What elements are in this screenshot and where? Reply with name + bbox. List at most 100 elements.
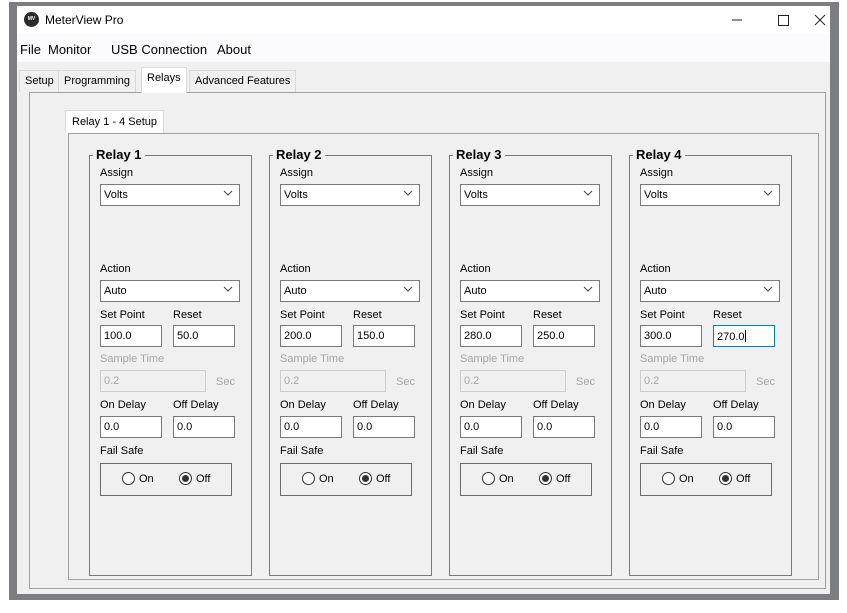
close-icon bbox=[814, 14, 826, 26]
fail-safe-off-radio[interactable]: Off bbox=[719, 472, 750, 485]
off-delay-input[interactable]: 0.0 bbox=[713, 416, 775, 438]
fail-safe-group: On Off bbox=[640, 463, 772, 496]
action-value: Auto bbox=[644, 285, 667, 297]
fail-safe-on-label: On bbox=[499, 472, 514, 485]
set-point-input[interactable]: 280.0 bbox=[460, 325, 522, 347]
assign-label: Assign bbox=[460, 167, 494, 179]
chevron-down-icon bbox=[403, 190, 413, 196]
meterview-logo-icon: MV bbox=[24, 12, 39, 27]
fail-safe-off-radio[interactable]: Off bbox=[359, 472, 390, 485]
action-label: Action bbox=[280, 263, 311, 275]
set-point-value: 100.0 bbox=[104, 330, 132, 342]
relay-2-group: Relay 2 Assign Volts Action Auto Set Poi… bbox=[269, 147, 432, 576]
set-point-label: Set Point bbox=[640, 309, 685, 321]
reset-value: 250.0 bbox=[537, 330, 565, 342]
menu-about[interactable]: About bbox=[217, 42, 251, 57]
relays-tab-page: Relay 1 - 4 Setup Relay 1 Assign Volts A… bbox=[29, 92, 826, 589]
maximize-icon bbox=[777, 14, 789, 26]
fail-safe-group: On Off bbox=[280, 463, 412, 496]
fail-safe-label: Fail Safe bbox=[100, 445, 144, 457]
tab-programming[interactable]: Programming bbox=[58, 70, 137, 92]
radio-unchecked-icon bbox=[122, 472, 135, 485]
chevron-down-icon bbox=[583, 190, 593, 196]
set-point-label: Set Point bbox=[460, 309, 505, 321]
sec-label: Sec bbox=[396, 376, 415, 388]
fail-safe-on-radio[interactable]: On bbox=[122, 472, 154, 485]
sample-time-label: Sample Time bbox=[640, 353, 705, 365]
sample-time-value: 0.2 bbox=[284, 375, 300, 387]
off-delay-label: Off Delay bbox=[173, 399, 219, 411]
minimize-button[interactable] bbox=[717, 6, 757, 34]
assign-value: Volts bbox=[644, 189, 668, 201]
assign-select[interactable]: Volts bbox=[100, 184, 240, 206]
sample-time-input: 0.2 bbox=[280, 370, 386, 392]
menu-file[interactable]: File bbox=[20, 42, 41, 57]
minimize-icon bbox=[732, 19, 742, 21]
on-delay-input[interactable]: 0.0 bbox=[640, 416, 702, 438]
reset-input[interactable]: 150.0 bbox=[353, 325, 415, 347]
title-bar[interactable]: MV MeterView Pro bbox=[17, 6, 830, 34]
assign-select[interactable]: Volts bbox=[280, 184, 420, 206]
assign-label: Assign bbox=[280, 167, 314, 179]
maximize-button[interactable] bbox=[763, 6, 803, 34]
action-label: Action bbox=[640, 263, 671, 275]
on-delay-value: 0.0 bbox=[464, 421, 480, 433]
main-tabs: Setup Programming Relays Advanced Featur… bbox=[17, 62, 830, 93]
set-point-input[interactable]: 100.0 bbox=[100, 325, 162, 347]
fail-safe-on-radio[interactable]: On bbox=[482, 472, 514, 485]
set-point-input[interactable]: 300.0 bbox=[640, 325, 702, 347]
set-point-value: 300.0 bbox=[644, 330, 672, 342]
action-select[interactable]: Auto bbox=[100, 280, 240, 302]
on-delay-input[interactable]: 0.0 bbox=[280, 416, 342, 438]
on-delay-label: On Delay bbox=[460, 399, 506, 411]
on-delay-value: 0.0 bbox=[284, 421, 300, 433]
radio-unchecked-icon bbox=[302, 472, 315, 485]
assign-value: Volts bbox=[104, 189, 128, 201]
relay-3-group: Relay 3 Assign Volts Action Auto Set Poi… bbox=[449, 147, 612, 576]
action-select[interactable]: Auto bbox=[640, 280, 780, 302]
reset-input[interactable]: 50.0 bbox=[173, 325, 235, 347]
fail-safe-on-radio[interactable]: On bbox=[662, 472, 694, 485]
off-delay-value: 0.0 bbox=[537, 421, 553, 433]
reset-value: 50.0 bbox=[177, 330, 199, 342]
action-value: Auto bbox=[464, 285, 487, 297]
fail-safe-off-radio[interactable]: Off bbox=[539, 472, 570, 485]
radio-checked-icon bbox=[539, 472, 552, 485]
assign-select[interactable]: Volts bbox=[460, 184, 600, 206]
action-value: Auto bbox=[284, 285, 307, 297]
relay-title: Relay 4 bbox=[633, 147, 685, 162]
menu-usb-connection[interactable]: USB Connection bbox=[111, 42, 207, 57]
window-title: MeterView Pro bbox=[45, 13, 124, 27]
chevron-down-icon bbox=[763, 286, 773, 292]
off-delay-input[interactable]: 0.0 bbox=[533, 416, 595, 438]
off-delay-input[interactable]: 0.0 bbox=[173, 416, 235, 438]
tab-advanced-features[interactable]: Advanced Features bbox=[189, 70, 297, 92]
radio-checked-icon bbox=[359, 472, 372, 485]
sec-label: Sec bbox=[756, 376, 775, 388]
off-delay-input[interactable]: 0.0 bbox=[353, 416, 415, 438]
reset-input[interactable]: 250.0 bbox=[533, 325, 595, 347]
action-select[interactable]: Auto bbox=[460, 280, 600, 302]
close-button[interactable] bbox=[810, 6, 830, 34]
fail-safe-label: Fail Safe bbox=[640, 445, 684, 457]
action-select[interactable]: Auto bbox=[280, 280, 420, 302]
reset-input[interactable]: 270.0 bbox=[713, 325, 775, 347]
fail-safe-off-label: Off bbox=[196, 472, 211, 485]
off-delay-value: 0.0 bbox=[177, 421, 193, 433]
on-delay-input[interactable]: 0.0 bbox=[460, 416, 522, 438]
off-delay-label: Off Delay bbox=[713, 399, 759, 411]
fail-safe-off-radio[interactable]: Off bbox=[179, 472, 210, 485]
reset-label: Reset bbox=[173, 309, 202, 321]
set-point-value: 280.0 bbox=[464, 330, 492, 342]
on-delay-input[interactable]: 0.0 bbox=[100, 416, 162, 438]
assign-select[interactable]: Volts bbox=[640, 184, 780, 206]
tab-relays[interactable]: Relays bbox=[141, 67, 187, 93]
relay-title: Relay 2 bbox=[273, 147, 325, 162]
tab-setup[interactable]: Setup bbox=[19, 70, 60, 92]
chevron-down-icon bbox=[763, 190, 773, 196]
set-point-input[interactable]: 200.0 bbox=[280, 325, 342, 347]
fail-safe-on-radio[interactable]: On bbox=[302, 472, 334, 485]
relay-1-group: Relay 1 Assign Volts Action Auto Set Poi… bbox=[89, 147, 252, 576]
tab-relay-1-4-setup[interactable]: Relay 1 - 4 Setup bbox=[65, 110, 164, 133]
menu-monitor[interactable]: Monitor bbox=[48, 42, 91, 57]
